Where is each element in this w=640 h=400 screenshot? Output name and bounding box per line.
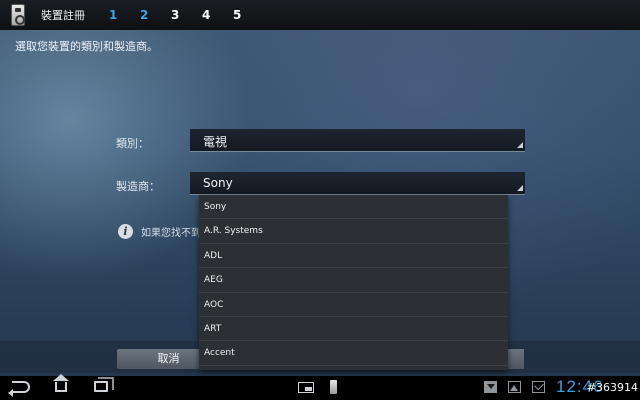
manufacturer-spinner[interactable]: Sony — [190, 172, 525, 195]
dropdown-arrow-icon — [517, 142, 523, 148]
category-spinner[interactable]: 電視 — [190, 129, 525, 152]
category-value: 電視 — [203, 135, 228, 149]
home-icon[interactable] — [53, 374, 69, 392]
remote-app-icon — [11, 4, 25, 26]
step-4: 4 — [202, 8, 211, 22]
list-item[interactable]: Accent — [199, 341, 508, 366]
manufacturer-dropdown-list: Sony A.R. Systems ADL AEG AOC ART Accent — [199, 195, 508, 370]
step-1: 1 — [109, 8, 118, 22]
back-icon[interactable] — [8, 381, 30, 397]
category-label: 類別： — [116, 137, 149, 150]
next-button[interactable] — [508, 349, 524, 369]
remote-app-icon[interactable] — [330, 380, 337, 394]
info-icon: i — [118, 224, 133, 239]
step-2: 2 — [140, 8, 149, 22]
step-3: 3 — [171, 8, 180, 22]
screenshot-icon[interactable] — [298, 382, 314, 393]
mail-icon — [532, 381, 545, 393]
manufacturer-label: 製造商： — [116, 180, 160, 193]
download-icon — [484, 381, 497, 393]
gallery-icon — [508, 381, 521, 393]
manufacturer-value: Sony — [203, 176, 233, 190]
page-title: 裝置註冊 — [41, 9, 85, 22]
step-5: 5 — [233, 8, 242, 22]
list-item[interactable]: ADL — [199, 244, 508, 269]
watermark: #363914 — [586, 381, 638, 394]
recent-apps-icon[interactable] — [94, 377, 114, 392]
list-item[interactable]: A.R. Systems — [199, 219, 508, 244]
step-indicator: 1 2 3 4 5 — [109, 8, 264, 22]
list-item[interactable]: ART — [199, 317, 508, 342]
system-nav-bar: 12:46 — [0, 374, 640, 400]
list-item[interactable]: Sony — [199, 195, 508, 220]
dropdown-arrow-icon — [517, 185, 523, 191]
instruction-text: 選取您裝置的類別和製造商。 — [15, 40, 158, 53]
info-text: 如果您找不到 — [141, 228, 201, 239]
header-bar: 裝置註冊 1 2 3 4 5 — [0, 0, 640, 30]
list-item[interactable]: AOC — [199, 293, 508, 317]
list-item[interactable]: AEG — [199, 268, 508, 293]
